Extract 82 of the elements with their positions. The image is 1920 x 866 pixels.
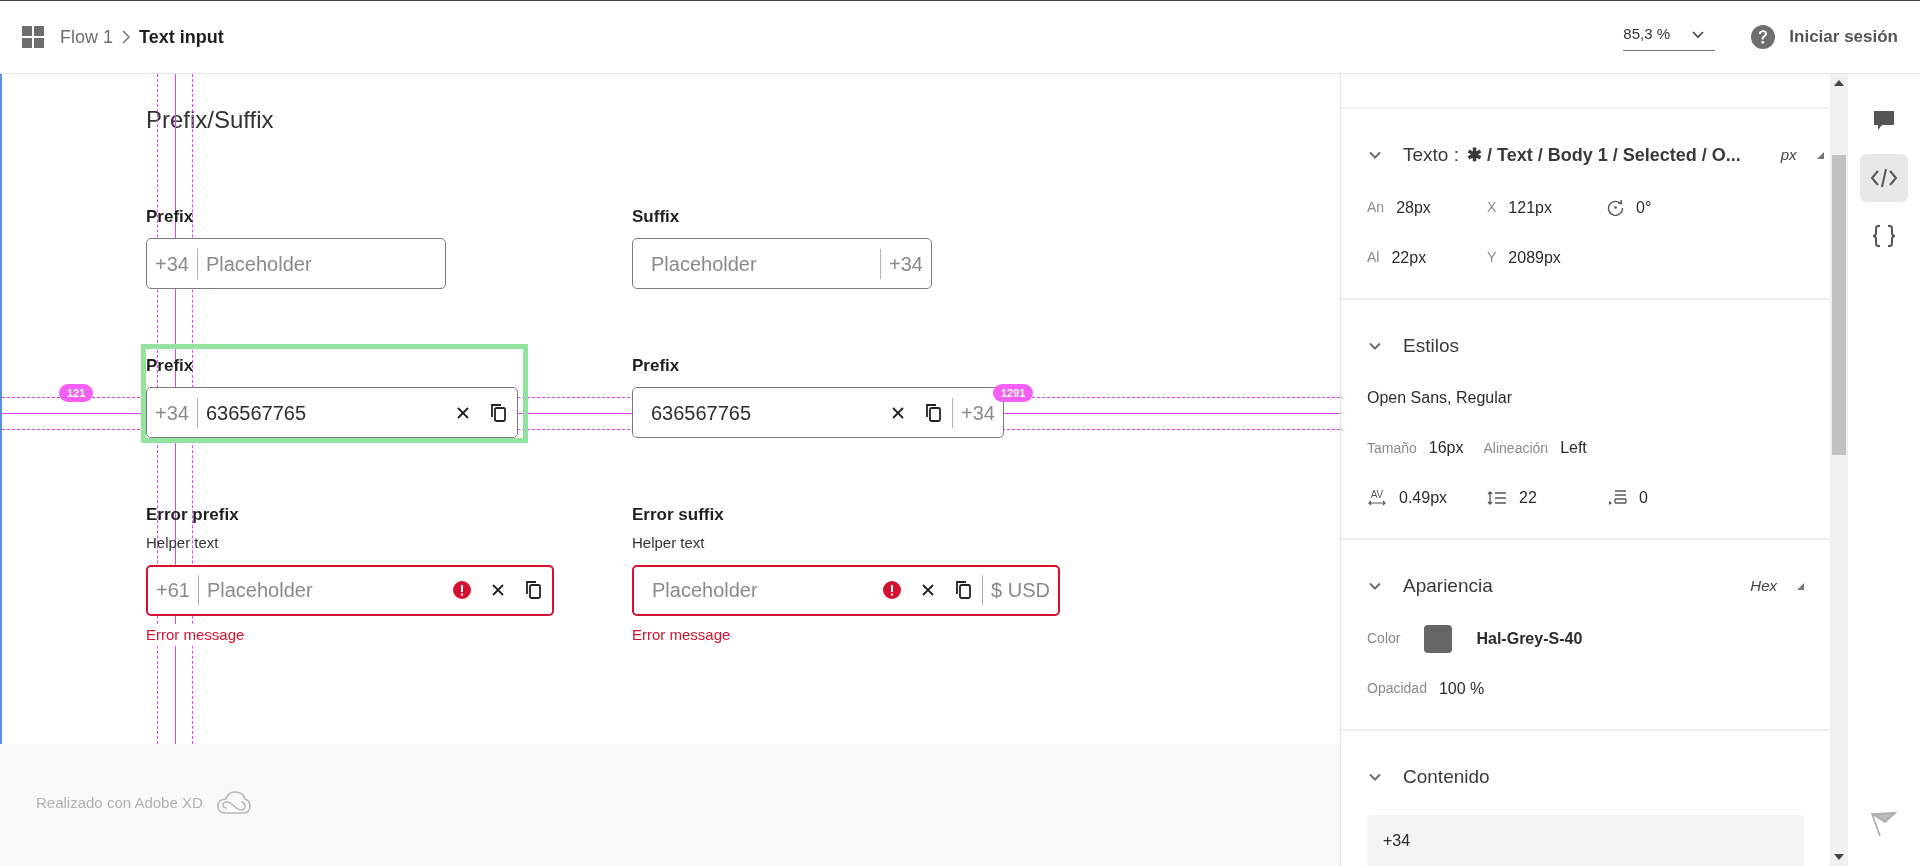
section-title: Contenido xyxy=(1403,764,1490,789)
prefix-text: +34 xyxy=(154,400,190,426)
error-message: Error message xyxy=(146,623,245,646)
cloud-icon xyxy=(216,790,251,816)
suffix-text: +34 xyxy=(888,251,924,277)
suffix-text: +34 xyxy=(960,400,996,426)
placeholder-text: Placeholder xyxy=(206,578,313,603)
input-field[interactable]: +34 636567765 xyxy=(146,387,518,438)
copy-icon[interactable] xyxy=(955,580,974,600)
scrollbar[interactable] xyxy=(1830,74,1848,866)
format-toggle[interactable]: Hex xyxy=(1750,575,1777,598)
copy-icon[interactable] xyxy=(525,580,543,600)
property-value: 0° xyxy=(1636,197,1652,218)
clear-icon[interactable] xyxy=(456,405,470,420)
property-label: Alineación xyxy=(1483,438,1549,458)
property-label: X xyxy=(1487,198,1497,217)
content-text: +34 xyxy=(1383,832,1411,849)
property-label: Y xyxy=(1487,248,1497,267)
copy-icon[interactable] xyxy=(925,402,944,423)
sign-in-link[interactable]: Iniciar sesión xyxy=(1789,24,1898,50)
font-name: Open Sans, Regular xyxy=(1367,388,1513,408)
field-label: Error suffix xyxy=(632,504,724,526)
property-label: Color xyxy=(1367,629,1401,648)
property-label: Tamaño xyxy=(1367,438,1417,458)
placeholder-text: Placeholder xyxy=(652,578,758,603)
clear-icon[interactable] xyxy=(891,405,906,420)
zoom-dropdown[interactable]: 85,3 % xyxy=(1623,23,1716,51)
prefix-text: +34 xyxy=(154,251,190,277)
property-value: 16px xyxy=(1428,438,1464,458)
measurement-badge: 1291 xyxy=(993,384,1034,402)
placeholder-text: Placeholder xyxy=(205,251,312,277)
property-value: 22px xyxy=(1391,247,1427,268)
section-title: Estilos xyxy=(1403,333,1459,358)
grid-icon[interactable] xyxy=(22,26,44,48)
property-value: Left xyxy=(1560,438,1587,458)
value-text: 636567765 xyxy=(651,400,752,426)
property-value: 28px xyxy=(1396,197,1431,218)
section-title: Apariencia xyxy=(1403,574,1493,598)
property-label: Al xyxy=(1367,248,1380,267)
style-path: ✱ / Text / Body 1 / Selected / O... xyxy=(1467,143,1741,167)
corner-caret-icon xyxy=(1797,582,1804,590)
property-value: 22 xyxy=(1519,488,1537,508)
error-icon xyxy=(453,581,471,599)
property-value: 121px xyxy=(1508,197,1552,218)
helper-text: Helper text xyxy=(632,533,705,553)
braces-icon xyxy=(1871,224,1897,248)
footer-text: Realizado con Adobe XD xyxy=(36,792,203,813)
rotate-icon xyxy=(1607,199,1624,216)
chevron-right-icon xyxy=(121,29,131,45)
placeholder-text: Placeholder xyxy=(651,251,757,277)
field-label: Prefix xyxy=(632,355,680,377)
measurement-badge: 121 xyxy=(59,384,94,402)
help-icon[interactable] xyxy=(1751,25,1776,49)
property-value: 100 % xyxy=(1438,678,1485,699)
copy-icon[interactable] xyxy=(490,402,508,423)
paragraph-spacing-icon xyxy=(1607,490,1627,506)
field-label: Suffix xyxy=(632,206,680,228)
corner-caret-icon xyxy=(1816,151,1824,159)
clear-icon[interactable] xyxy=(921,583,936,597)
color-name: Hal-Grey-S-40 xyxy=(1476,628,1583,649)
scroll-up-icon[interactable] xyxy=(1834,80,1844,86)
breadcrumb-item[interactable]: Flow 1 xyxy=(60,23,113,51)
code-icon xyxy=(1870,167,1898,189)
section-title: Texto : xyxy=(1403,143,1459,167)
error-icon xyxy=(883,581,902,599)
suffix-text: $ USD xyxy=(990,578,1051,603)
prefix-text: +61 xyxy=(155,578,191,603)
property-value: 2089px xyxy=(1508,247,1561,268)
property-value: 0 xyxy=(1639,488,1648,508)
line-height-icon xyxy=(1487,490,1507,506)
unit-toggle[interactable]: px xyxy=(1780,144,1797,167)
clear-icon[interactable] xyxy=(491,583,505,597)
caret-icon xyxy=(1692,30,1705,39)
comment-icon xyxy=(1872,108,1896,132)
input-field[interactable]: Placeholder $ USD xyxy=(632,564,1060,616)
breadcrumb-item[interactable]: Text input xyxy=(139,23,224,51)
tool-button[interactable] xyxy=(1860,154,1908,202)
property-value: 0.49px xyxy=(1399,488,1448,508)
property-label: Opacidad xyxy=(1367,679,1427,698)
property-label: An xyxy=(1367,198,1385,217)
scroll-down-icon[interactable] xyxy=(1834,854,1844,860)
value-text: 636567765 xyxy=(205,400,307,426)
